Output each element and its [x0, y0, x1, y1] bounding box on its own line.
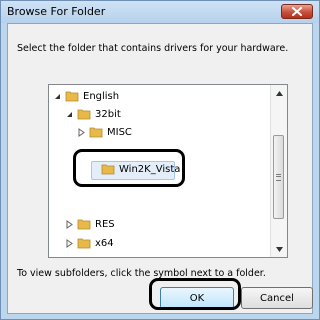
folder-icon [77, 109, 91, 120]
collapsed-arrow-icon[interactable] [65, 238, 74, 248]
scroll-thumb[interactable] [273, 135, 284, 219]
tree-item-x64[interactable]: x64 [65, 234, 114, 252]
close-button[interactable] [281, 4, 313, 19]
no-expander [89, 165, 98, 174]
tree-item-label: Win2K_Vista [119, 163, 181, 175]
tree-item-32bit[interactable]: 32bit [65, 105, 121, 123]
tree-item-english[interactable]: English [53, 87, 119, 105]
close-icon [292, 7, 302, 16]
tree-item-win2k-vista[interactable]: Win2K_Vista [89, 160, 180, 178]
instruction-text: Select the folder that contains drivers … [17, 43, 289, 54]
tree-item-label: 32bit [95, 108, 121, 120]
scroll-up-button[interactable] [271, 85, 287, 101]
grip-icon [276, 173, 281, 181]
folder-tree[interactable]: English 32bit MISC Win2K_Vista RES x64 [48, 84, 288, 258]
browse-for-folder-dialog: Browse For Folder Select the folder that… [0, 0, 320, 320]
tree-item-label: RES [95, 218, 115, 230]
collapsed-arrow-icon[interactable] [65, 219, 74, 229]
tree-item-label: English [83, 90, 120, 102]
folder-icon [89, 127, 103, 138]
tree-item-label: x64 [95, 237, 114, 249]
scroll-down-button[interactable] [271, 241, 287, 257]
folder-icon [101, 164, 115, 175]
tree-item-res[interactable]: RES [65, 215, 115, 233]
title-bar[interactable]: Browse For Folder [1, 1, 319, 23]
folder-icon [77, 238, 91, 249]
tree-scrollbar[interactable] [270, 85, 287, 257]
ok-button[interactable]: OK [160, 287, 234, 309]
dialog-body: Select the folder that contains drivers … [7, 23, 313, 314]
scroll-down-arrow-icon [275, 246, 283, 252]
collapsed-arrow-icon[interactable] [77, 127, 86, 137]
folder-icon [65, 91, 79, 102]
scroll-up-arrow-icon [275, 90, 283, 96]
expanded-arrow-icon[interactable] [53, 92, 62, 101]
folder-icon [77, 219, 91, 230]
tree-item-misc[interactable]: MISC [77, 123, 132, 141]
expanded-arrow-icon[interactable] [65, 110, 74, 119]
dialog-title: Browse For Folder [7, 5, 106, 18]
cancel-button[interactable]: Cancel [241, 287, 313, 309]
hint-text: To view subfolders, click the symbol nex… [17, 268, 266, 279]
tree-item-label: MISC [107, 126, 132, 138]
